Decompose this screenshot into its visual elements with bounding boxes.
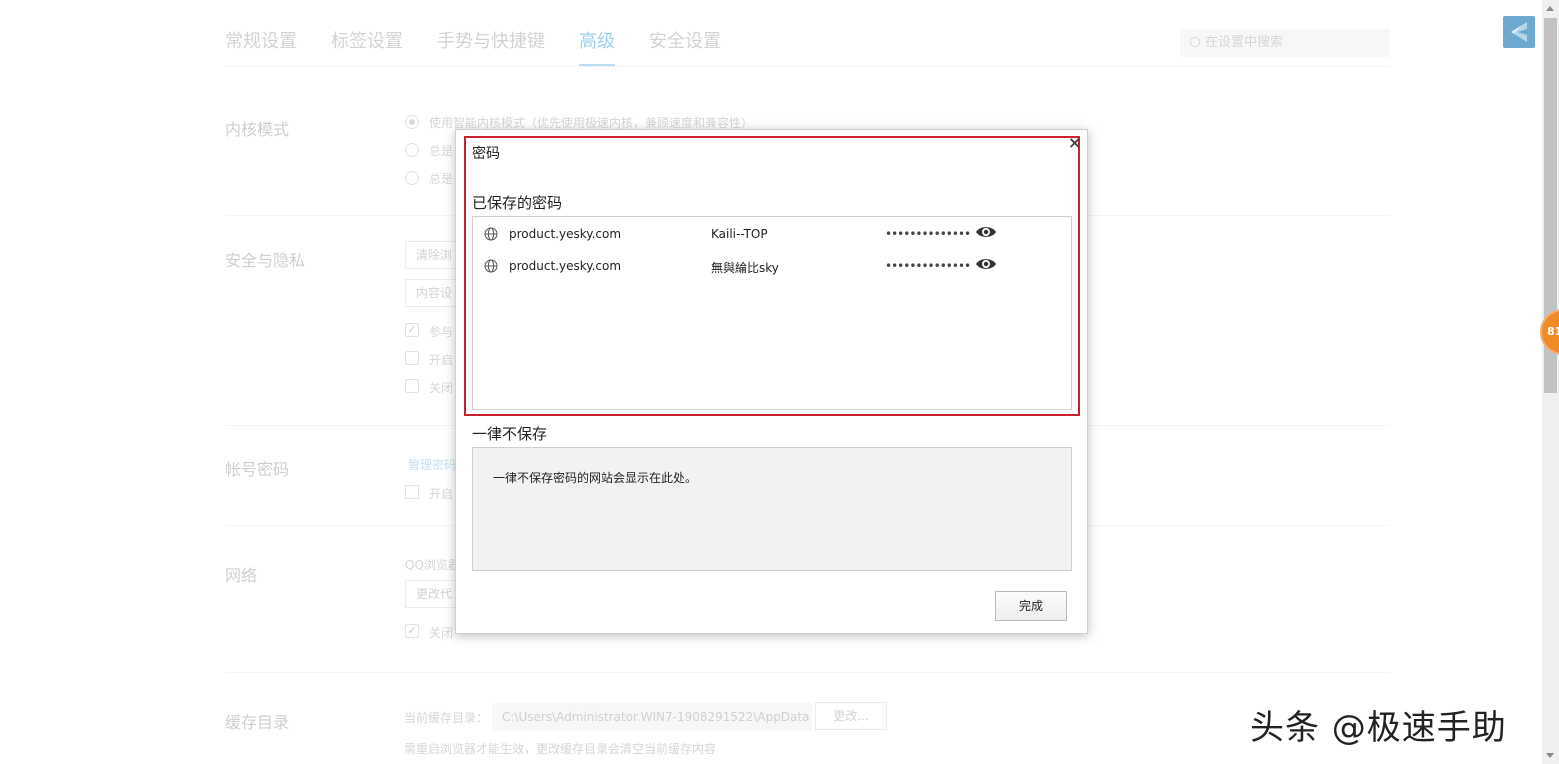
cache-path-field: C:\Users\Administrator.WIN7-1908291522\A… xyxy=(492,703,812,731)
globe-icon xyxy=(484,227,498,241)
never-save-empty-text: 一律不保存密码的网站会显示在此处。 xyxy=(493,471,698,485)
never-save-list: 一律不保存密码的网站会显示在此处。 xyxy=(472,447,1072,571)
never-save-heading: 一律不保存 xyxy=(472,425,548,443)
account-label: 帐号密码 xyxy=(225,460,290,479)
password-row[interactable]: product.yesky.com Kaili--TOP •••••••••••… xyxy=(473,218,1071,250)
search-icon xyxy=(1190,37,1200,47)
close-icon[interactable]: × xyxy=(1068,135,1081,151)
kernel-radio-3[interactable] xyxy=(405,171,419,185)
security-check-3-label: 关闭 xyxy=(429,381,454,395)
security-check-2-label: 开启 xyxy=(429,353,454,367)
kernel-radio-2[interactable] xyxy=(405,143,419,157)
username: Kaili--TOP xyxy=(711,227,768,241)
security-check-2[interactable] xyxy=(405,351,419,365)
username: 無與綸比sky xyxy=(711,261,779,275)
tab-tabs[interactable]: 标签设置 xyxy=(331,28,403,66)
tabs-divider xyxy=(225,66,1390,67)
manage-passwords-link[interactable]: 管理密码 xyxy=(408,456,456,473)
globe-icon xyxy=(484,259,498,273)
site-url: product.yesky.com xyxy=(509,227,622,241)
saved-passwords-heading: 已保存的密码 xyxy=(472,194,563,212)
tab-general[interactable]: 常规设置 xyxy=(225,28,297,66)
cache-label: 缓存目录 xyxy=(225,713,290,732)
kernel-label: 内核模式 xyxy=(225,120,290,139)
security-label: 安全与隐私 xyxy=(225,251,306,270)
password-mask: •••••••••••••• xyxy=(885,227,971,241)
done-button[interactable]: 完成 xyxy=(995,591,1067,621)
account-check[interactable] xyxy=(405,485,419,499)
kernel-radio-smart[interactable] xyxy=(405,115,419,129)
divider xyxy=(225,672,1390,673)
scroll-up-arrow-icon[interactable] xyxy=(1546,6,1554,11)
search-placeholder: 在设置中搜索 xyxy=(1205,35,1284,50)
password-row[interactable]: product.yesky.com 無與綸比sky •••••••••••••• xyxy=(473,250,1071,282)
security-check-1-label: 参与 xyxy=(429,325,454,339)
show-password-eye-icon[interactable] xyxy=(975,256,997,272)
cache-current-label: 当前缓存目录： xyxy=(404,711,489,725)
dialog-title: 密码 xyxy=(472,146,500,162)
cache-note: 需重启浏览器才能生效，更改缓存目录会清空当前缓存内容 xyxy=(404,742,717,756)
tab-security[interactable]: 安全设置 xyxy=(649,28,721,66)
kernel-option-3: 总是 xyxy=(429,172,454,186)
network-check[interactable]: ✓ xyxy=(405,624,419,638)
scroll-down-arrow-icon[interactable] xyxy=(1546,753,1554,758)
settings-tabs: 常规设置 标签设置 手势与快捷键 高级 安全设置 xyxy=(225,28,755,68)
network-label: 网络 xyxy=(225,566,258,585)
watermark: 头条 @极速手助 xyxy=(1250,708,1507,748)
browser-logo-icon[interactable] xyxy=(1503,16,1535,48)
kernel-option-2: 总是 xyxy=(429,144,454,158)
password-dialog: 密码 × 已保存的密码 product.yesky.com Kaili--TOP… xyxy=(455,129,1088,634)
tab-gestures[interactable]: 手势与快捷键 xyxy=(437,28,545,66)
account-check-label: 开启 xyxy=(429,487,454,501)
settings-search-input[interactable]: 在设置中搜索 xyxy=(1180,29,1390,57)
network-note: QQ浏览器 xyxy=(405,558,460,572)
security-check-1[interactable]: ✓ xyxy=(405,323,419,337)
change-cache-button[interactable]: 更改... xyxy=(815,702,887,730)
show-password-eye-icon[interactable] xyxy=(975,224,997,240)
password-mask: •••••••••••••• xyxy=(885,259,971,273)
saved-passwords-list: product.yesky.com Kaili--TOP •••••••••••… xyxy=(472,216,1072,410)
tab-advanced[interactable]: 高级 xyxy=(579,28,615,66)
security-check-3[interactable] xyxy=(405,379,419,393)
network-check-label: 关闭 xyxy=(429,626,454,640)
site-url: product.yesky.com xyxy=(509,259,622,273)
page-scrollbar[interactable] xyxy=(1542,0,1559,764)
